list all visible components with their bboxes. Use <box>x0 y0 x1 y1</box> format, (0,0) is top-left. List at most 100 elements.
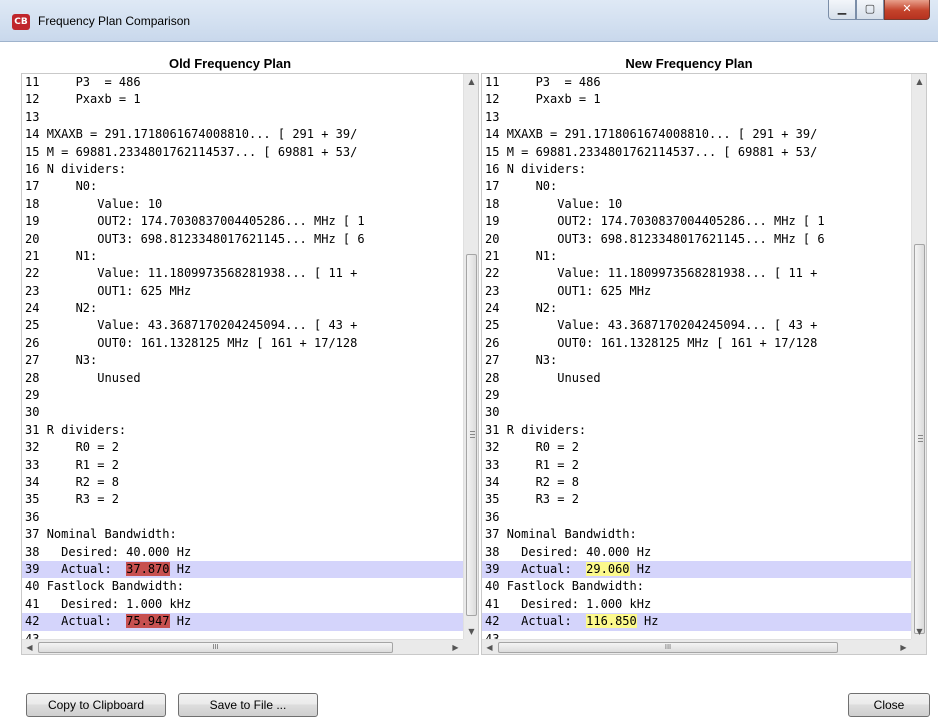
unit-text: Hz <box>169 561 192 576</box>
scroll-up-arrow-icon[interactable]: ▲ <box>464 74 478 89</box>
scroll-up-arrow-icon[interactable]: ▲ <box>912 74 926 89</box>
code-line: 25 Value: 43.3687170204245094... [ 43 + <box>482 317 911 334</box>
line-text: R0 = 2 <box>506 440 579 455</box>
line-text: Value: 11.1809973568281938... [ 11 + <box>506 266 818 281</box>
code-line: 21 N1: <box>22 248 463 265</box>
code-line: 37 Nominal Bandwidth: <box>22 526 463 543</box>
line-text: R1 = 2 <box>46 457 119 472</box>
save-to-file-button[interactable]: Save to File ... <box>178 693 318 717</box>
code-line: 31 R dividers: <box>482 422 911 439</box>
line-number: 18 <box>25 196 40 211</box>
bandwidth-value: 116.850 <box>586 614 637 629</box>
line-text: Fastlock Bandwidth: <box>46 579 184 594</box>
scroll-thumb[interactable]: III <box>38 642 393 653</box>
code-line: 21 N1: <box>482 248 911 265</box>
code-line: 13 <box>482 109 911 126</box>
code-line: 15 M = 69881.2334801762114537... [ 69881… <box>22 144 463 161</box>
bandwidth-value: 29.060 <box>586 561 630 576</box>
code-line: 17 N0: <box>22 178 463 195</box>
line-number: 11 <box>25 75 40 89</box>
line-number: 31 <box>485 422 500 437</box>
scroll-left-arrow-icon[interactable]: ◀ <box>22 640 37 654</box>
line-number: 29 <box>25 388 40 403</box>
line-number: 19 <box>25 214 40 229</box>
code-line: 22 Value: 11.1809973568281938... [ 11 + <box>22 265 463 282</box>
line-number: 13 <box>25 109 40 124</box>
close-icon: ✕ <box>902 2 912 15</box>
code-line: 41 Desired: 1.000 kHz <box>482 596 911 613</box>
code-line: 19 OUT2: 174.7030837004405286... MHz [ 1 <box>482 213 911 230</box>
window-title: Frequency Plan Comparison <box>38 14 191 28</box>
line-text: N0: <box>46 179 98 194</box>
code-line: 35 R3 = 2 <box>482 491 911 508</box>
code-line: 33 R1 = 2 <box>482 457 911 474</box>
close-button[interactable]: Close <box>848 693 930 717</box>
line-text: P3 = 486 <box>46 75 141 89</box>
line-number: 24 <box>25 301 40 316</box>
caption-buttons: ▁ ▢ ✕ <box>828 0 930 22</box>
line-number: 41 <box>485 596 500 611</box>
line-number: 42 <box>485 614 500 629</box>
copy-to-clipboard-button[interactable]: Copy to Clipboard <box>26 693 166 717</box>
line-number: 39 <box>25 561 40 576</box>
code-line: 29 <box>22 387 463 404</box>
code-line: 34 R2 = 8 <box>482 474 911 491</box>
line-text: Value: 10 <box>46 196 163 211</box>
new-plan-text-area[interactable]: 11 P3 = 486 12 Pxaxb = 1 13 14 MXAXB = 291… <box>481 73 927 655</box>
line-text: Pxaxb = 1 <box>46 92 141 107</box>
line-text: MXAXB = 291.1718061674008810... [ 291 + … <box>46 127 358 142</box>
minimize-button[interactable]: ▁ <box>828 0 856 20</box>
code-line: 11 P3 = 486 <box>482 74 911 91</box>
scroll-right-arrow-icon[interactable]: ▶ <box>896 640 911 654</box>
line-number: 22 <box>485 266 500 281</box>
line-number: 14 <box>485 127 500 142</box>
scroll-thumb[interactable]: III <box>498 642 838 653</box>
code-line: 26 OUT0: 161.1328125 MHz [ 161 + 17/128 <box>482 335 911 352</box>
line-number: 40 <box>485 579 500 594</box>
line-number: 24 <box>485 301 500 316</box>
scroll-thumb[interactable] <box>466 254 477 616</box>
code-line: 32 R0 = 2 <box>482 439 911 456</box>
scroll-corner <box>463 639 478 654</box>
maximize-button[interactable]: ▢ <box>856 0 884 20</box>
line-text: R dividers: <box>506 422 587 437</box>
line-number: 30 <box>25 405 40 420</box>
old-plan-vertical-scrollbar[interactable]: ▲ ▼ <box>463 74 478 639</box>
line-number: 20 <box>485 231 500 246</box>
new-plan-panel: New Frequency Plan 11 P3 = 486 12 Pxaxb =… <box>481 54 927 656</box>
code-line: 36 <box>22 509 463 526</box>
code-line: 39 Actual: 37.870 Hz <box>22 560 463 579</box>
line-text: Actual: <box>46 614 127 629</box>
code-line: 40 Fastlock Bandwidth: <box>22 578 463 595</box>
new-plan-vertical-scrollbar[interactable]: ▲ ▼ <box>911 74 926 639</box>
line-number: 37 <box>25 527 40 542</box>
code-line: 28 Unused <box>482 370 911 387</box>
scroll-corner <box>911 639 926 654</box>
line-number: 12 <box>25 92 40 107</box>
new-plan-horizontal-scrollbar[interactable]: ◀ III ▶ <box>482 639 911 654</box>
code-line: 42 Actual: 116.850 Hz <box>482 613 911 631</box>
line-number: 42 <box>25 614 40 629</box>
line-text: Value: 43.3687170204245094... [ 43 + <box>506 318 818 333</box>
old-plan-horizontal-scrollbar[interactable]: ◀ III ▶ <box>22 639 463 654</box>
close-window-button[interactable]: ✕ <box>884 0 930 20</box>
line-text: OUT3: 698.8123348017621145... MHz [ 6 <box>46 231 365 246</box>
scroll-left-arrow-icon[interactable]: ◀ <box>482 640 497 654</box>
code-line: 20 OUT3: 698.8123348017621145... MHz [ 6 <box>22 231 463 248</box>
line-text: N1: <box>46 248 98 263</box>
line-text: R0 = 2 <box>46 440 119 455</box>
scroll-thumb[interactable] <box>914 244 925 634</box>
code-line: 25 Value: 43.3687170204245094... [ 43 + <box>22 317 463 334</box>
scroll-right-arrow-icon[interactable]: ▶ <box>448 640 463 654</box>
code-line: 12 Pxaxb = 1 <box>482 91 911 108</box>
maximize-icon: ▢ <box>864 2 876 15</box>
code-line: 16 N dividers: <box>22 161 463 178</box>
minimize-icon: ▁ <box>837 2 847 15</box>
line-text: Pxaxb = 1 <box>506 92 601 107</box>
scroll-down-arrow-icon[interactable]: ▼ <box>464 624 478 639</box>
line-text: Desired: 40.000 Hz <box>506 544 652 559</box>
scroll-down-arrow-icon[interactable]: ▼ <box>912 624 926 639</box>
old-plan-text-area[interactable]: 11 P3 = 486 12 Pxaxb = 1 13 14 MXAXB = 291… <box>21 73 479 655</box>
code-line: 36 <box>482 509 911 526</box>
line-number: 23 <box>485 283 500 298</box>
